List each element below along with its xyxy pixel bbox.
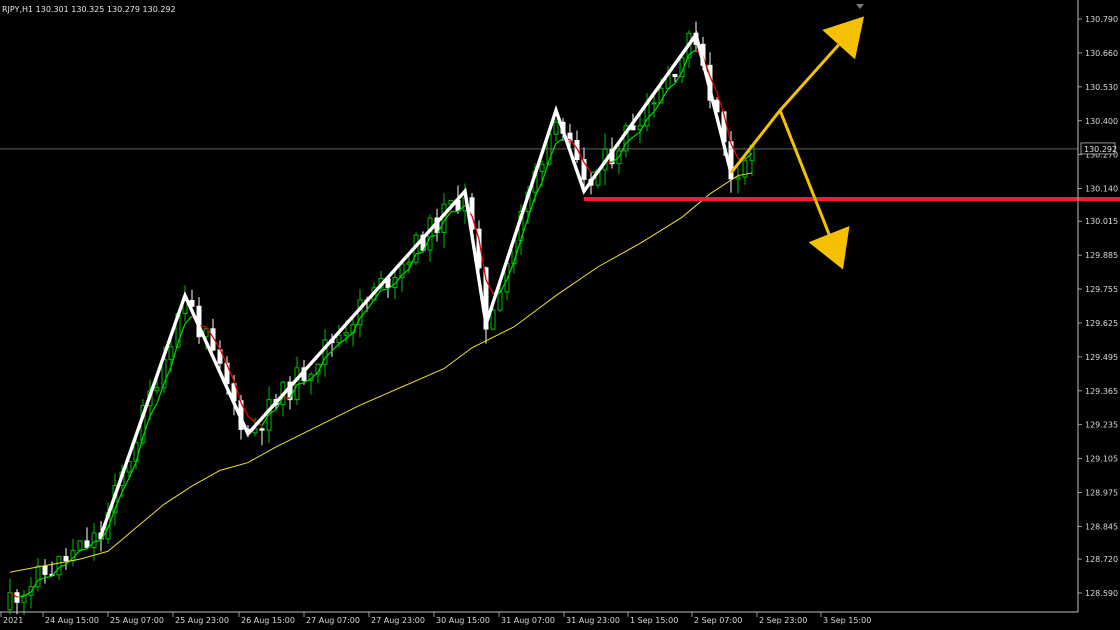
candle-body [42,565,48,575]
candle-body [77,540,83,551]
price-tick-label: 130.660 [1085,49,1118,58]
time-tick-label: 31 Aug 07:00 [501,616,555,625]
candle-body [91,532,97,548]
time-tick-label: 1 Sep 15:00 [630,616,678,625]
price-tick-label: 128.975 [1085,489,1118,498]
time-tick-label: 2 Sep 07:00 [694,616,742,625]
chart-background [0,0,1120,630]
price-tick-label: 128.845 [1085,522,1118,531]
candle-body [7,592,13,611]
price-tick-label: 130.530 [1085,83,1118,92]
price-tick-label: 129.365 [1085,387,1118,396]
candle-body [56,555,62,576]
candle-body [651,102,657,105]
time-tick-label: 25 Aug 23:00 [175,616,229,625]
time-tick-label: 25 Aug 07:00 [110,616,164,625]
candle-body [406,261,412,265]
candle-body [343,332,349,336]
price-tick-label: 129.235 [1085,421,1118,430]
candle-body [168,346,174,360]
candle-body [490,309,496,330]
symbol-header: RJPY,H1 130.301 130.325 130.279 130.292 [2,5,176,14]
price-tick-label: 128.720 [1085,555,1118,564]
price-tick-label: 130.400 [1085,117,1118,126]
price-chart: 130.790130.660130.530130.400130.270130.1… [0,0,1120,630]
price-tick-label: 130.140 [1085,185,1118,194]
candle-body [553,121,559,135]
time-tick-label: 30 Aug 15:00 [436,616,490,625]
time-tick-label: 27 Aug 07:00 [306,616,360,625]
time-tick-label: 24 Aug 15:00 [45,616,99,625]
time-tick-label: 2 Sep 23:00 [759,616,807,625]
price-tick-label: 130.790 [1085,15,1118,24]
time-tick-label: 26 Aug 15:00 [241,616,295,625]
price-tick-label: 129.885 [1085,251,1118,260]
time-tick-label: 2021 [3,616,23,625]
current-price-label: 130.292 [1084,145,1117,154]
time-tick-label: 3 Sep 15:00 [823,616,871,625]
price-tick-label: 129.105 [1085,455,1118,464]
candle-body [539,163,545,172]
candle-body [672,73,678,78]
time-tick-label: 27 Aug 23:00 [371,616,425,625]
price-tick-label: 129.755 [1085,285,1118,294]
fast-ma-segment [16,595,25,598]
time-tick-label: 31 Aug 23:00 [566,616,620,625]
candle-body [735,176,741,180]
candle-body [63,555,69,562]
candle-body [497,291,503,311]
candle-body [336,334,342,344]
candle-body [259,428,265,431]
price-tick-label: 130.015 [1085,217,1118,226]
candle-body [154,387,160,392]
price-tick-label: 129.625 [1085,319,1118,328]
price-tick-label: 128.590 [1085,589,1118,598]
candle-body [84,540,90,548]
price-tick-label: 129.495 [1085,353,1118,362]
current-price-box: 130.292 [1080,142,1117,155]
